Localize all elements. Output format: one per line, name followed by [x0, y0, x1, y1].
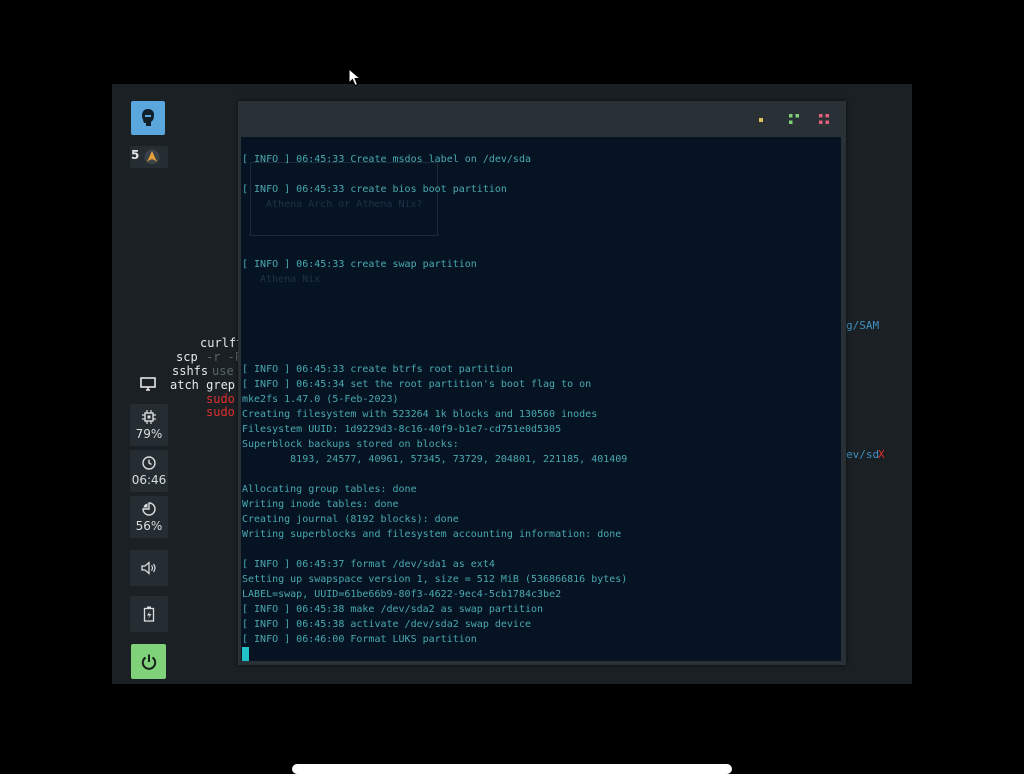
battery-charging-icon: [143, 606, 155, 622]
hacker-head-icon: [142, 109, 154, 126]
mouse-pointer-icon: [348, 68, 362, 87]
power-icon: [141, 654, 156, 670]
bg-terminal-line: atch grep: [170, 378, 236, 392]
clock-time: 06:46: [131, 472, 167, 487]
memory-widget[interactable]: 56%: [130, 496, 168, 538]
dock-bar[interactable]: [292, 764, 732, 774]
terminal-line: [ INFO ] 06:45:37 format /dev/sda1 as ex…: [242, 559, 495, 570]
bg-terminal-line: sudo: [206, 392, 235, 406]
clock-icon: [142, 455, 156, 470]
terminal-line: Superblock backups stored on blocks:: [242, 439, 459, 450]
terminal-line: [ INFO ] 06:45:33 create bios boot parti…: [242, 184, 507, 195]
bg-terminal-fragment: g/SAM: [846, 319, 880, 332]
terminal-line: [ INFO ] 06:46:00 Format LUKS partition: [242, 634, 477, 645]
terminal-line: [ INFO ] 06:45:38 activate /dev/sda2 swa…: [242, 619, 531, 630]
speaker-icon: [141, 561, 156, 575]
launcher-button[interactable]: [131, 101, 165, 135]
terminal-line: Filesystem UUID: 1d9229d3-8c16-40f9-b1e7…: [242, 424, 562, 435]
workspace-indicator[interactable]: 5: [130, 146, 168, 168]
arch-logo-icon: [144, 149, 160, 165]
sidebar-panel: 5 79% 06:46 56%: [126, 96, 170, 684]
terminal-line: [ INFO ] 06:45:33 create btrfs root part…: [242, 364, 513, 375]
terminal-line: LABEL=swap, UUID=61be66b9-80f3-4622-9ec4…: [242, 589, 562, 600]
cpu-widget[interactable]: 79%: [130, 404, 168, 446]
minimize-icon[interactable]: [759, 118, 763, 122]
bg-terminal-line: sudo: [206, 405, 235, 419]
battery-button[interactable]: [130, 596, 168, 632]
maximize-icon[interactable]: [789, 114, 799, 124]
terminal-titlebar[interactable]: [238, 101, 846, 137]
terminal-line: mke2fs 1.47.0 (5-Feb-2023): [242, 394, 399, 405]
terminal-cursor: [242, 647, 249, 661]
terminal-line: Creating filesystem with 523264 1k block…: [242, 409, 598, 420]
terminal-line: Writing inode tables: done: [242, 499, 399, 510]
close-icon[interactable]: [819, 114, 829, 124]
cpu-icon: [142, 409, 156, 424]
bg-terminal-line: use: [212, 364, 234, 378]
terminal-line: Setting up swapspace version 1, size = 5…: [242, 574, 628, 585]
terminal-line: [ INFO ] 06:45:38 make /dev/sda2 as swap…: [242, 604, 544, 615]
terminal-line: Writing superblocks and filesystem accou…: [242, 529, 622, 540]
terminal-window[interactable]: Athena Arch or Athena Nix? Athena Nix [ …: [238, 101, 846, 665]
bg-terminal-line: curlft: [200, 336, 244, 350]
power-button[interactable]: [131, 644, 166, 679]
terminal-line: Creating journal (8192 blocks): done: [242, 514, 459, 525]
memory-usage-value: 56%: [135, 518, 163, 533]
bg-terminal-line: sshfs: [172, 364, 209, 378]
terminal-line: [ INFO ] 06:45:33 create swap partition: [242, 259, 477, 270]
terminal-line: 8193, 24577, 40961, 57345, 73729, 204801…: [242, 454, 628, 465]
bg-terminal-line: scp: [176, 350, 198, 364]
bg-terminal-fragment: ev/sd: [846, 448, 880, 461]
clock-widget[interactable]: 06:46: [130, 450, 168, 492]
bg-terminal-line: -r -P: [206, 350, 243, 364]
workspace-number: 5: [131, 148, 140, 162]
display-icon[interactable]: [140, 377, 156, 391]
terminal-line: [ INFO ] 06:45:33 Create msdos label on …: [242, 154, 531, 165]
terminal-output[interactable]: Athena Arch or Athena Nix? Athena Nix [ …: [241, 137, 841, 661]
terminal-line: Allocating group tables: done: [242, 484, 417, 495]
cpu-usage-value: 79%: [135, 426, 163, 441]
pie-chart-icon: [142, 501, 156, 516]
ghost-dialog-option: Athena Nix: [260, 274, 321, 285]
volume-button[interactable]: [130, 550, 168, 586]
bg-terminal-fragment: X: [878, 448, 885, 461]
terminal-line: [ INFO ] 06:45:34 set the root partition…: [242, 379, 592, 390]
ghost-dialog-question: Athena Arch or Athena Nix?: [266, 199, 423, 210]
